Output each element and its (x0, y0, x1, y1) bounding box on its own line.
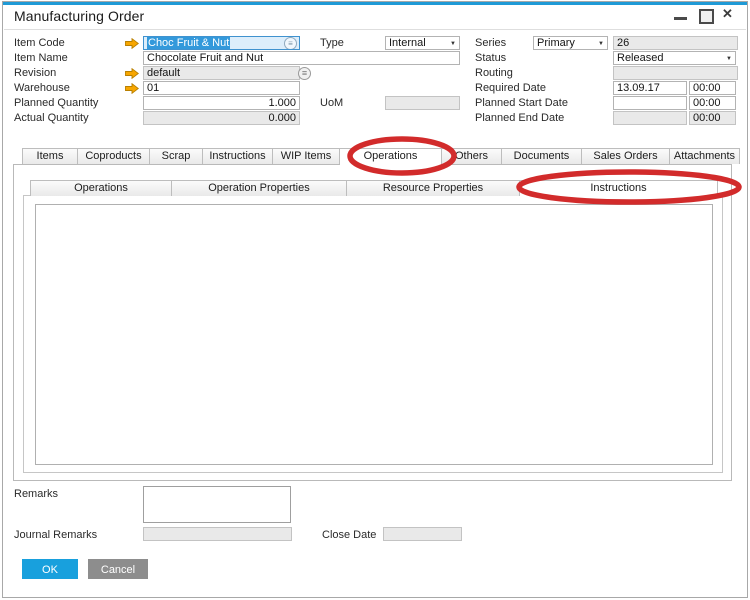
series-value: Primary (537, 37, 575, 49)
cancel-button[interactable]: Cancel (88, 559, 148, 579)
required-date-label: Required Date (475, 82, 546, 95)
warehouse-label: Warehouse (14, 82, 70, 95)
remarks-label: Remarks (14, 488, 58, 501)
uom-field[interactable] (385, 96, 460, 110)
tab-attachments[interactable]: Attachments (670, 148, 740, 164)
type-value: Internal (389, 37, 426, 49)
minimize-icon[interactable] (674, 17, 687, 20)
item-code-label: Item Code (14, 37, 65, 50)
planned-start-date-field[interactable] (613, 96, 687, 110)
dropdown-caret-icon: ▼ (450, 38, 456, 50)
dropdown-caret-icon: ▼ (598, 38, 604, 50)
main-tab-bar: Items Coproducts Scrap Instructions WIP … (22, 148, 740, 165)
planned-end-time-field[interactable]: 00:00 (689, 111, 736, 125)
tab-documents[interactable]: Documents (502, 148, 582, 164)
tab-scrap[interactable]: Scrap (150, 148, 203, 164)
routing-field[interactable] (613, 66, 738, 80)
close-icon[interactable]: ✕ (722, 6, 733, 21)
planned-end-date-field[interactable] (613, 111, 687, 125)
series-number-field[interactable]: 26 (613, 36, 738, 50)
tab-operations[interactable]: Operations (340, 148, 442, 165)
required-date-field[interactable]: 13.09.17 (613, 81, 687, 95)
actual-quantity-label: Actual Quantity (14, 112, 89, 125)
window-accent-bar (3, 2, 747, 5)
tab-sales-orders[interactable]: Sales Orders (582, 148, 670, 164)
type-select[interactable]: Internal ▼ (385, 36, 460, 50)
subtab-resource-properties[interactable]: Resource Properties (347, 180, 520, 196)
window-title: Manufacturing Order (14, 8, 144, 24)
item-code-link-arrow-icon[interactable] (125, 38, 139, 49)
planned-start-time-field[interactable]: 00:00 (689, 96, 736, 110)
warehouse-link-arrow-icon[interactable] (125, 83, 139, 94)
uom-label: UoM (320, 97, 343, 110)
status-label: Status (475, 52, 506, 65)
item-name-label: Item Name (14, 52, 68, 65)
tab-wip-items[interactable]: WIP Items (273, 148, 340, 164)
item-code-value: Choc Fruit & Nut (147, 37, 230, 49)
tab-items[interactable]: Items (22, 148, 78, 164)
required-time-field[interactable]: 00:00 (689, 81, 736, 95)
planned-end-date-label: Planned End Date (475, 112, 564, 125)
warehouse-field[interactable]: 01 (143, 81, 300, 95)
item-code-field[interactable]: Choc Fruit & Nut ≡ (143, 36, 300, 50)
tab-others[interactable]: Others (442, 148, 502, 164)
dropdown-caret-icon: ▼ (726, 53, 732, 65)
revision-field[interactable]: default (143, 66, 300, 80)
remarks-textarea[interactable] (143, 486, 291, 523)
routing-label: Routing (475, 67, 513, 80)
close-date-field[interactable] (383, 527, 462, 541)
subtab-operation-properties[interactable]: Operation Properties (172, 180, 347, 196)
planned-quantity-field[interactable]: 1.000 (143, 96, 300, 110)
revision-choose-from-list-icon[interactable]: ≡ (298, 67, 311, 80)
type-label: Type (320, 37, 344, 50)
sub-tab-bar: Operations Operation Properties Resource… (30, 180, 718, 197)
close-date-label: Close Date (322, 529, 376, 542)
subtab-operations[interactable]: Operations (30, 180, 172, 196)
item-name-field[interactable]: Chocolate Fruit and Nut (143, 51, 460, 65)
ok-button[interactable]: OK (22, 559, 78, 579)
maximize-icon[interactable] (699, 9, 714, 24)
journal-remarks-label: Journal Remarks (14, 529, 97, 542)
planned-quantity-label: Planned Quantity (14, 97, 98, 110)
journal-remarks-field[interactable] (143, 527, 292, 541)
titlebar-divider (4, 29, 746, 30)
status-select[interactable]: Released ▼ (613, 51, 736, 65)
subtab-instructions[interactable]: Instructions (520, 180, 718, 197)
revision-link-arrow-icon[interactable] (125, 68, 139, 79)
tab-instructions[interactable]: Instructions (203, 148, 273, 164)
tab-coproducts[interactable]: Coproducts (78, 148, 150, 164)
series-label: Series (475, 37, 506, 50)
actual-quantity-field[interactable]: 0.000 (143, 111, 300, 125)
instructions-content-area[interactable] (35, 204, 713, 465)
revision-label: Revision (14, 67, 56, 80)
manufacturing-order-window: Manufacturing Order ✕ Item Code Item Nam… (0, 0, 750, 600)
status-value: Released (617, 52, 663, 64)
planned-start-date-label: Planned Start Date (475, 97, 568, 110)
series-select[interactable]: Primary ▼ (533, 36, 608, 50)
choose-from-list-icon[interactable]: ≡ (284, 37, 297, 50)
close-button[interactable]: ✕ (722, 6, 733, 22)
